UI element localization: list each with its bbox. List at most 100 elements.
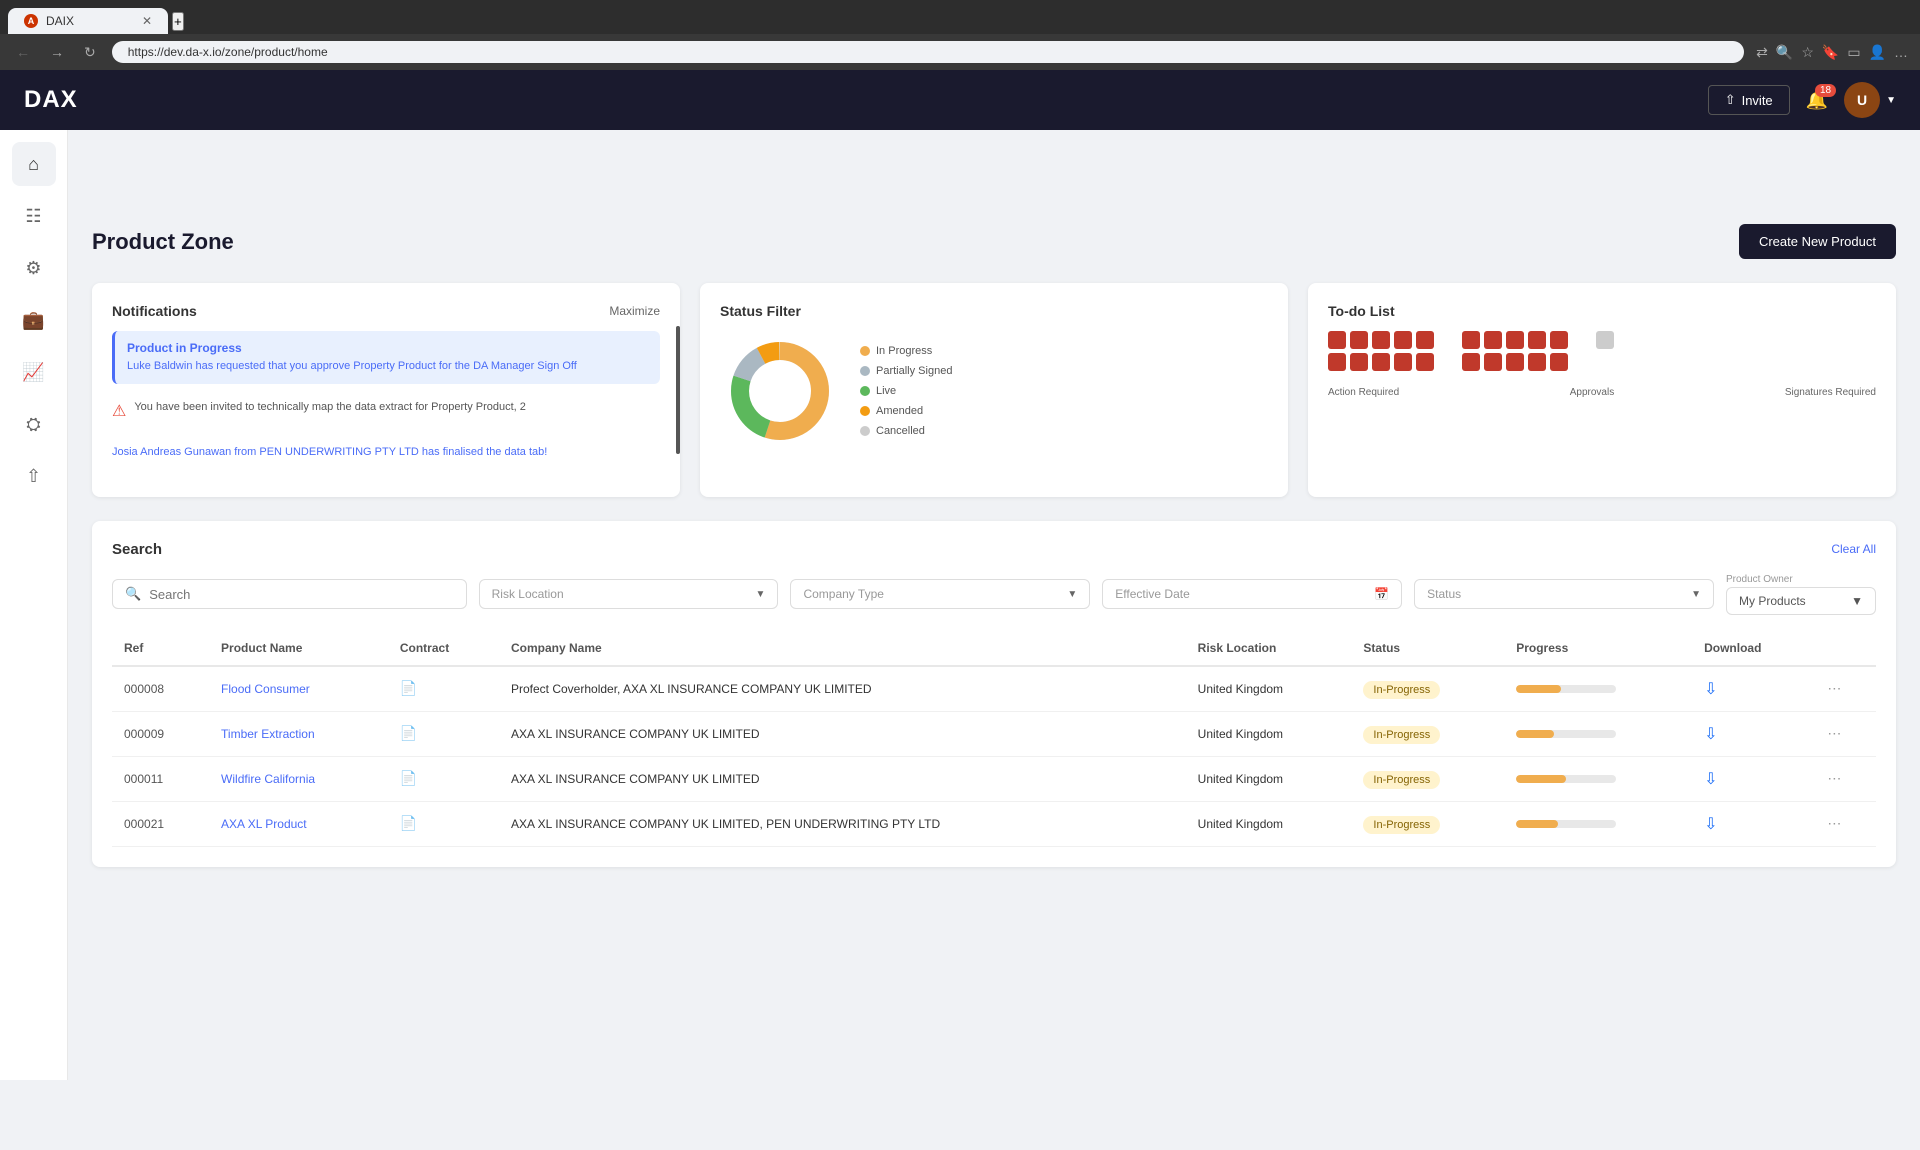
legend-dot-inprogress xyxy=(860,346,870,356)
products-table: Ref Product Name Contract Company Name R… xyxy=(112,631,1876,847)
col-progress: Progress xyxy=(1504,631,1692,666)
todo-dot xyxy=(1550,331,1568,349)
cell-ref: 000008 xyxy=(112,666,209,712)
cell-download[interactable]: ⇩ xyxy=(1692,756,1815,801)
legend-dot-partiallysigned xyxy=(860,366,870,376)
sidebar-item-config[interactable]: ⛭ xyxy=(12,402,56,446)
todo-dots-grid xyxy=(1328,331,1434,371)
sidebar-item-chart[interactable]: 📈 xyxy=(12,350,56,394)
search-icon[interactable]: 🔍 xyxy=(1776,44,1793,61)
cell-company-name: Profect Coverholder, AXA XL INSURANCE CO… xyxy=(499,666,1186,712)
share-icon: ⇧ xyxy=(1725,92,1736,108)
notifications-card-header: Notifications Maximize xyxy=(112,303,660,319)
effective-date-select[interactable]: Effective Date 📅 xyxy=(1102,579,1402,609)
todo-dot xyxy=(1328,353,1346,371)
cell-contract: 📄 xyxy=(388,801,499,846)
legend-partially-signed: Partially Signed xyxy=(860,365,952,377)
sidebar-item-briefcase[interactable]: 💼 xyxy=(12,298,56,342)
collections-icon[interactable]: ▭ xyxy=(1847,44,1860,61)
cell-risk-location: United Kingdom xyxy=(1186,756,1352,801)
cell-more[interactable]: ⋯ xyxy=(1815,666,1876,712)
table-row: 000011 Wildfire California 📄 AXA XL INSU… xyxy=(112,756,1876,801)
cell-product-name[interactable]: Timber Extraction xyxy=(209,711,388,756)
tab-favicon: A xyxy=(24,14,38,28)
todo-approvals xyxy=(1462,331,1568,379)
chevron-down-icon: ▼ xyxy=(1067,589,1077,600)
cell-company-name: AXA XL INSURANCE COMPANY UK LIMITED, PEN… xyxy=(499,801,1186,846)
donut-container: In Progress Partially Signed Live A xyxy=(720,331,1268,451)
status-select[interactable]: Status ▼ xyxy=(1414,579,1714,609)
tab-title: DAIX xyxy=(46,14,74,28)
search-section: Search Clear All 🔍 Risk Location ▼ Compa… xyxy=(92,521,1896,867)
address-bar[interactable]: https://dev.da-x.io/zone/product/home xyxy=(112,41,1744,63)
legend-amended: Amended xyxy=(860,405,952,417)
status-filter-card: Status Filter xyxy=(700,283,1288,497)
clear-all-btn[interactable]: Clear All xyxy=(1831,542,1876,556)
notif-body-1: Luke Baldwin has requested that you appr… xyxy=(127,359,648,374)
todo-dot xyxy=(1350,331,1368,349)
notification-item-2[interactable]: ⚠ You have been invited to technically m… xyxy=(112,392,660,429)
todo-dot xyxy=(1484,353,1502,371)
profile-icon[interactable]: 👤 xyxy=(1869,44,1886,61)
sidebar-item-settings-gear[interactable]: ⚙ xyxy=(12,246,56,290)
active-tab[interactable]: A DAIX ✕ xyxy=(8,8,168,34)
todo-dot xyxy=(1394,353,1412,371)
risk-location-select[interactable]: Risk Location ▼ xyxy=(479,579,779,609)
left-sidebar: ⌂ ☷ ⚙ 💼 📈 ⛭ ⇧ xyxy=(0,130,68,1080)
todo-dot xyxy=(1484,331,1502,349)
product-owner-label: Product Owner xyxy=(1726,574,1876,585)
favorites-icon[interactable]: ☆ xyxy=(1801,44,1814,61)
back-btn: ← xyxy=(12,40,34,64)
notification-item-1[interactable]: Product in Progress Luke Baldwin has req… xyxy=(112,331,660,384)
legend-dot-cancelled xyxy=(860,426,870,436)
cell-progress xyxy=(1504,756,1692,801)
tab-close-btn[interactable]: ✕ xyxy=(142,14,152,28)
chevron-down-icon: ▼ xyxy=(1691,589,1701,600)
invite-button[interactable]: ⇧ Invite xyxy=(1708,85,1790,115)
chevron-down-icon: ▼ xyxy=(1886,95,1896,106)
nav-right: ⇧ Invite 🔔 18 U ▼ xyxy=(1708,82,1896,118)
col-contract: Contract xyxy=(388,631,499,666)
sidebar-item-home[interactable]: ⌂ xyxy=(12,142,56,186)
col-ref: Ref xyxy=(112,631,209,666)
cell-product-name[interactable]: AXA XL Product xyxy=(209,801,388,846)
bookmark-icon[interactable]: 🔖 xyxy=(1822,44,1839,61)
todo-content xyxy=(1328,331,1876,379)
sidebar-item-dashboard[interactable]: ☷ xyxy=(12,194,56,238)
page-header: Product Zone Create New Product xyxy=(92,224,1896,259)
notification-item-3[interactable]: Josia Andreas Gunawan from PEN UNDERWRIT… xyxy=(112,437,660,468)
user-avatar-wrap[interactable]: U ▼ xyxy=(1844,82,1896,118)
cell-status: In-Progress xyxy=(1351,711,1504,756)
todo-dot xyxy=(1416,331,1434,349)
notification-btn[interactable]: 🔔 18 xyxy=(1806,90,1828,111)
col-status: Status xyxy=(1351,631,1504,666)
search-input[interactable] xyxy=(149,587,453,602)
cell-ref: 000021 xyxy=(112,801,209,846)
todo-dot xyxy=(1416,353,1434,371)
create-new-product-button[interactable]: Create New Product xyxy=(1739,224,1896,259)
refresh-btn[interactable]: ↻ xyxy=(80,40,100,65)
col-actions xyxy=(1815,631,1876,666)
cell-more[interactable]: ⋯ xyxy=(1815,801,1876,846)
extensions-icon[interactable]: … xyxy=(1894,44,1908,60)
product-owner-select[interactable]: My Products ▼ xyxy=(1726,587,1876,615)
legend-dot-amended xyxy=(860,406,870,416)
col-download: Download xyxy=(1692,631,1815,666)
sidebar-item-upload[interactable]: ⇧ xyxy=(12,454,56,498)
cell-more[interactable]: ⋯ xyxy=(1815,711,1876,756)
todo-dot xyxy=(1528,331,1546,349)
maximize-link[interactable]: Maximize xyxy=(609,304,660,318)
search-input-wrap[interactable]: 🔍 xyxy=(112,579,467,609)
url-text: https://dev.da-x.io/zone/product/home xyxy=(128,45,328,59)
cell-download[interactable]: ⇩ xyxy=(1692,666,1815,712)
table-row: 000008 Flood Consumer 📄 Profect Coverhol… xyxy=(112,666,1876,712)
cell-more[interactable]: ⋯ xyxy=(1815,756,1876,801)
cell-download[interactable]: ⇩ xyxy=(1692,711,1815,756)
cell-product-name[interactable]: Wildfire California xyxy=(209,756,388,801)
error-icon: ⚠ xyxy=(112,401,126,421)
cell-download[interactable]: ⇩ xyxy=(1692,801,1815,846)
company-type-select[interactable]: Company Type ▼ xyxy=(790,579,1090,609)
cell-product-name[interactable]: Flood Consumer xyxy=(209,666,388,712)
cell-contract: 📄 xyxy=(388,711,499,756)
new-tab-btn[interactable]: + xyxy=(172,12,184,31)
